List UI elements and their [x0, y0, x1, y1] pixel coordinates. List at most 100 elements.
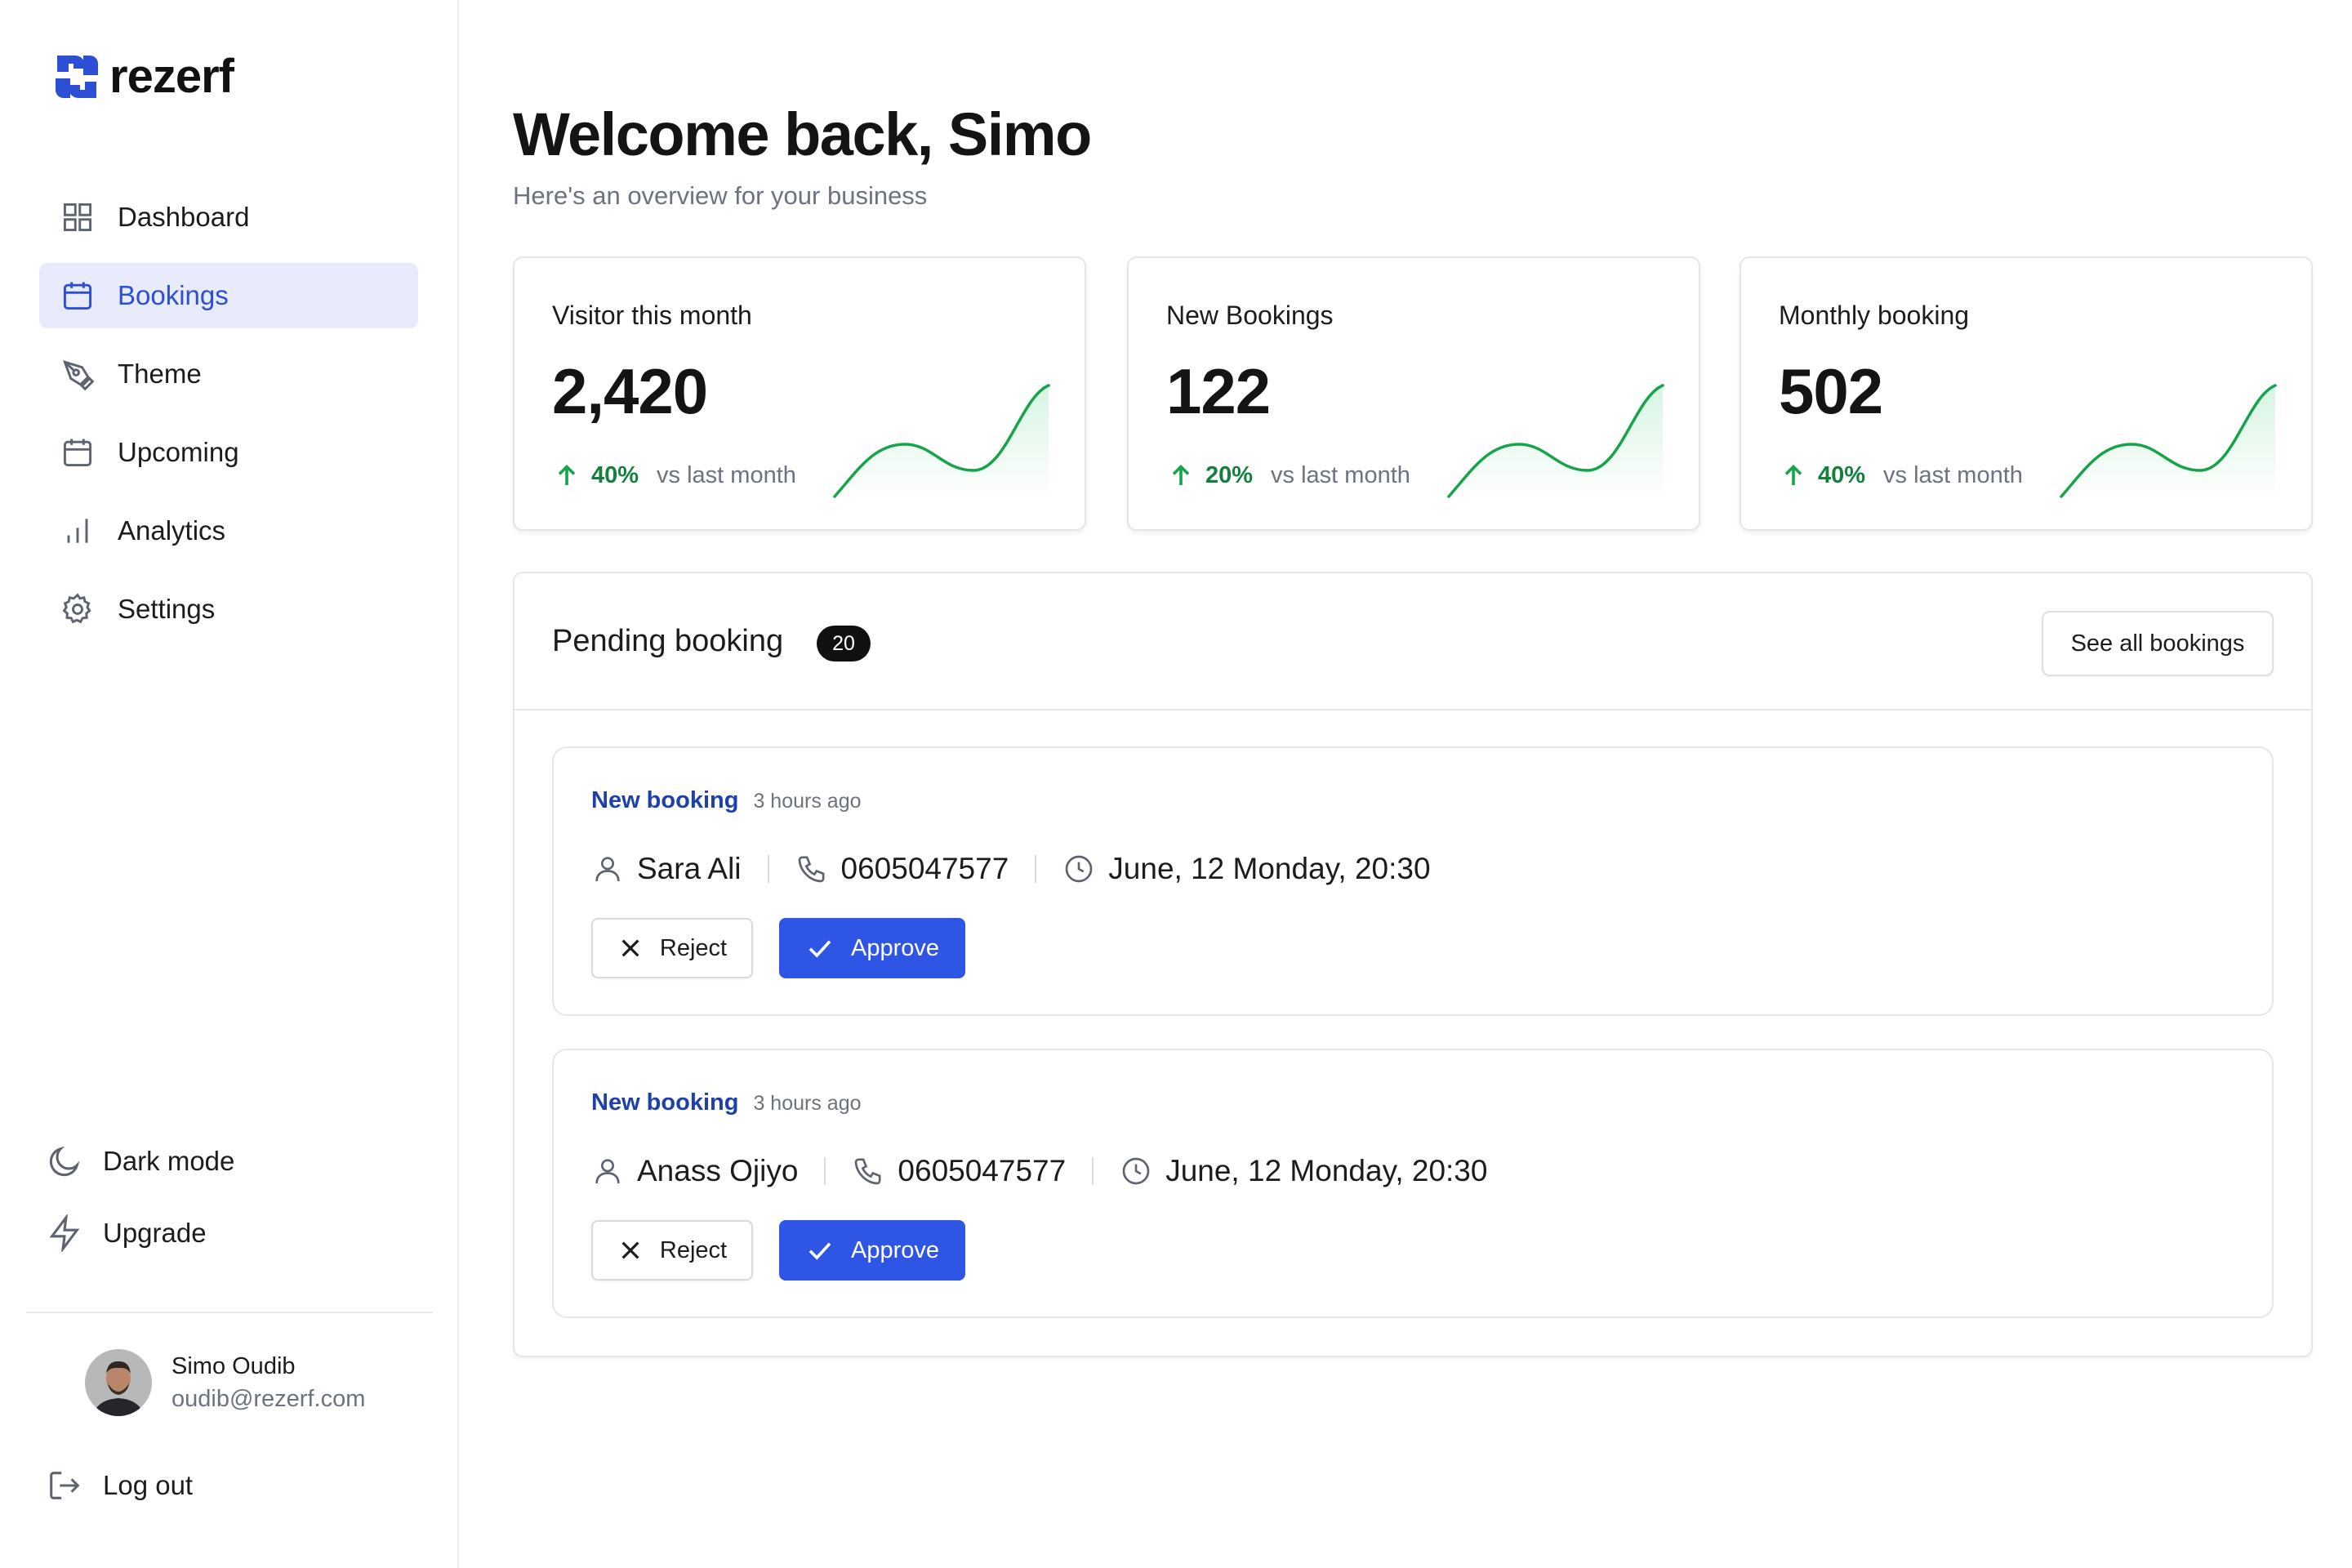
- booking-item: New booking 3 hours ago Anass Ojiyo 0605…: [552, 1049, 2274, 1318]
- booking-header: New booking 3 hours ago: [591, 1089, 862, 1116]
- stat-change-value: 20%: [1205, 461, 1254, 488]
- booking-header: New booking 3 hours ago: [591, 787, 862, 814]
- dark-mode-label: Dark mode: [103, 1146, 235, 1176]
- booking-type: New booking: [591, 1089, 739, 1116]
- stat-value: 122: [1166, 355, 1271, 427]
- booking-datetime: June, 12 Monday, 20:30: [1062, 852, 1431, 886]
- see-all-bookings-button[interactable]: See all bookings: [2042, 611, 2274, 676]
- booking-actions: Reject Approve: [591, 1220, 965, 1281]
- dark-mode-toggle[interactable]: Dark mode: [46, 1137, 405, 1186]
- customer-name: Anass Ojiyo: [637, 1154, 799, 1187]
- dashboard-icon: [59, 198, 96, 236]
- sparkline: [833, 384, 1050, 501]
- customer-phone: 0605047577: [898, 1154, 1067, 1187]
- user-profile[interactable]: Simo Oudib oudib@rezerf.com: [85, 1349, 365, 1416]
- booking-details: Sara Ali 0605047577 June, 12 Monday, 20:…: [591, 846, 1431, 892]
- customer-name: Sara Ali: [637, 852, 742, 885]
- user-icon: [595, 857, 620, 882]
- separator: [1035, 855, 1037, 883]
- stat-change: 20% vs last month: [1166, 461, 1410, 490]
- sidebar-bottom-nav: Dark mode Upgrade: [46, 1137, 405, 1281]
- sidebar-item-dashboard[interactable]: Dashboard: [39, 185, 418, 250]
- arrow-up-icon: [1784, 464, 1802, 485]
- gear-icon: [59, 590, 96, 628]
- logout-icon: [50, 1472, 80, 1499]
- arrow-up-icon: [558, 464, 576, 485]
- sidebar-item-label: Dashboard: [118, 202, 250, 232]
- logout-button[interactable]: Log out: [46, 1467, 193, 1504]
- calendar-icon: [59, 277, 96, 314]
- pen-tool-icon: [59, 355, 96, 393]
- approve-label: Approve: [850, 934, 939, 961]
- separator: [767, 855, 769, 883]
- clock-icon: [1122, 1157, 1150, 1185]
- sidebar-item-label: Bookings: [118, 280, 229, 310]
- avatar: [85, 1349, 152, 1416]
- approve-label: Approve: [850, 1236, 939, 1263]
- stat-change-value: 40%: [1818, 461, 1866, 488]
- stat-value: 502: [1779, 355, 1883, 427]
- reject-label: Reject: [659, 1236, 728, 1263]
- logo-text: rezerf: [109, 50, 234, 103]
- logout-label: Log out: [103, 1470, 194, 1500]
- check-icon: [808, 940, 831, 958]
- stat-comparison-label: vs last month: [1271, 461, 1410, 488]
- stat-card-visitors: Visitor this month 2,420 40% vs last mon…: [513, 256, 1086, 531]
- reject-button[interactable]: Reject: [591, 1220, 753, 1281]
- main-nav: Dashboard Bookings Theme Upcoming Analyt…: [39, 185, 418, 655]
- stat-card-monthly-booking: Monthly booking 502 40% vs last month: [1740, 256, 2313, 531]
- sidebar-item-upcoming[interactable]: Upcoming: [39, 420, 418, 485]
- divider: [26, 1312, 433, 1313]
- pending-count-badge: 20: [817, 626, 871, 662]
- stat-title: Monthly booking: [1779, 301, 1970, 330]
- booking-date: June, 12 Monday, 20:30: [1165, 1154, 1488, 1187]
- booking-phone: 0605047577: [795, 852, 1009, 886]
- phone-icon: [855, 1158, 881, 1185]
- calendar-icon: [59, 434, 96, 471]
- booking-type: New booking: [591, 787, 739, 813]
- sidebar-item-label: Analytics: [118, 515, 226, 546]
- clock-icon: [1065, 855, 1093, 883]
- booking-customer: Sara Ali: [591, 852, 742, 886]
- sidebar-item-analytics[interactable]: Analytics: [39, 498, 418, 564]
- upgrade-link[interactable]: Upgrade: [46, 1209, 405, 1258]
- bar-chart-icon: [59, 512, 96, 550]
- reject-label: Reject: [659, 934, 728, 961]
- stat-change: 40% vs last month: [1779, 461, 2023, 490]
- stat-change: 40% vs last month: [552, 461, 796, 490]
- sparkline: [1447, 384, 1664, 501]
- sidebar-item-theme[interactable]: Theme: [39, 341, 418, 407]
- page-title: Welcome back, Simo: [513, 100, 1092, 168]
- sidebar-item-settings[interactable]: Settings: [39, 577, 418, 642]
- stat-title: New Bookings: [1166, 301, 1334, 330]
- stat-comparison-label: vs last month: [1883, 461, 2023, 488]
- sparkline: [2060, 384, 2277, 501]
- check-icon: [808, 1242, 831, 1260]
- booking-datetime: June, 12 Monday, 20:30: [1120, 1154, 1487, 1188]
- sidebar-item-label: Settings: [118, 594, 216, 624]
- stat-value: 2,420: [552, 355, 708, 427]
- pending-bookings-panel: Pending booking 20 See all bookings New …: [513, 572, 2313, 1357]
- upgrade-label: Upgrade: [103, 1218, 207, 1248]
- reject-button[interactable]: Reject: [591, 918, 753, 978]
- phone-icon: [798, 856, 825, 883]
- stat-comparison-label: vs last month: [657, 461, 796, 488]
- page-subtitle: Here's an overview for your business: [513, 181, 928, 210]
- booking-details: Anass Ojiyo 0605047577 June, 12 Monday, …: [591, 1148, 1487, 1194]
- logo[interactable]: rezerf: [51, 51, 234, 103]
- sidebar-item-bookings[interactable]: Bookings: [39, 263, 418, 328]
- stat-title: Visitor this month: [552, 301, 752, 330]
- profile-name: Simo Oudib: [172, 1353, 296, 1379]
- close-icon: [621, 1241, 639, 1259]
- approve-button[interactable]: Approve: [779, 1220, 965, 1281]
- stat-card-new-bookings: New Bookings 122 20% vs last month: [1127, 256, 1700, 531]
- moon-icon: [49, 1146, 80, 1177]
- stat-change-value: 40%: [591, 461, 639, 488]
- approve-button[interactable]: Approve: [779, 918, 965, 978]
- customer-phone: 0605047577: [840, 852, 1009, 885]
- lightning-icon: [49, 1214, 80, 1252]
- booking-phone: 0605047577: [852, 1154, 1066, 1188]
- close-icon: [621, 939, 639, 957]
- sidebar: rezerf Dashboard Bookings Theme Upcoming: [0, 0, 459, 1568]
- booking-actions: Reject Approve: [591, 918, 965, 978]
